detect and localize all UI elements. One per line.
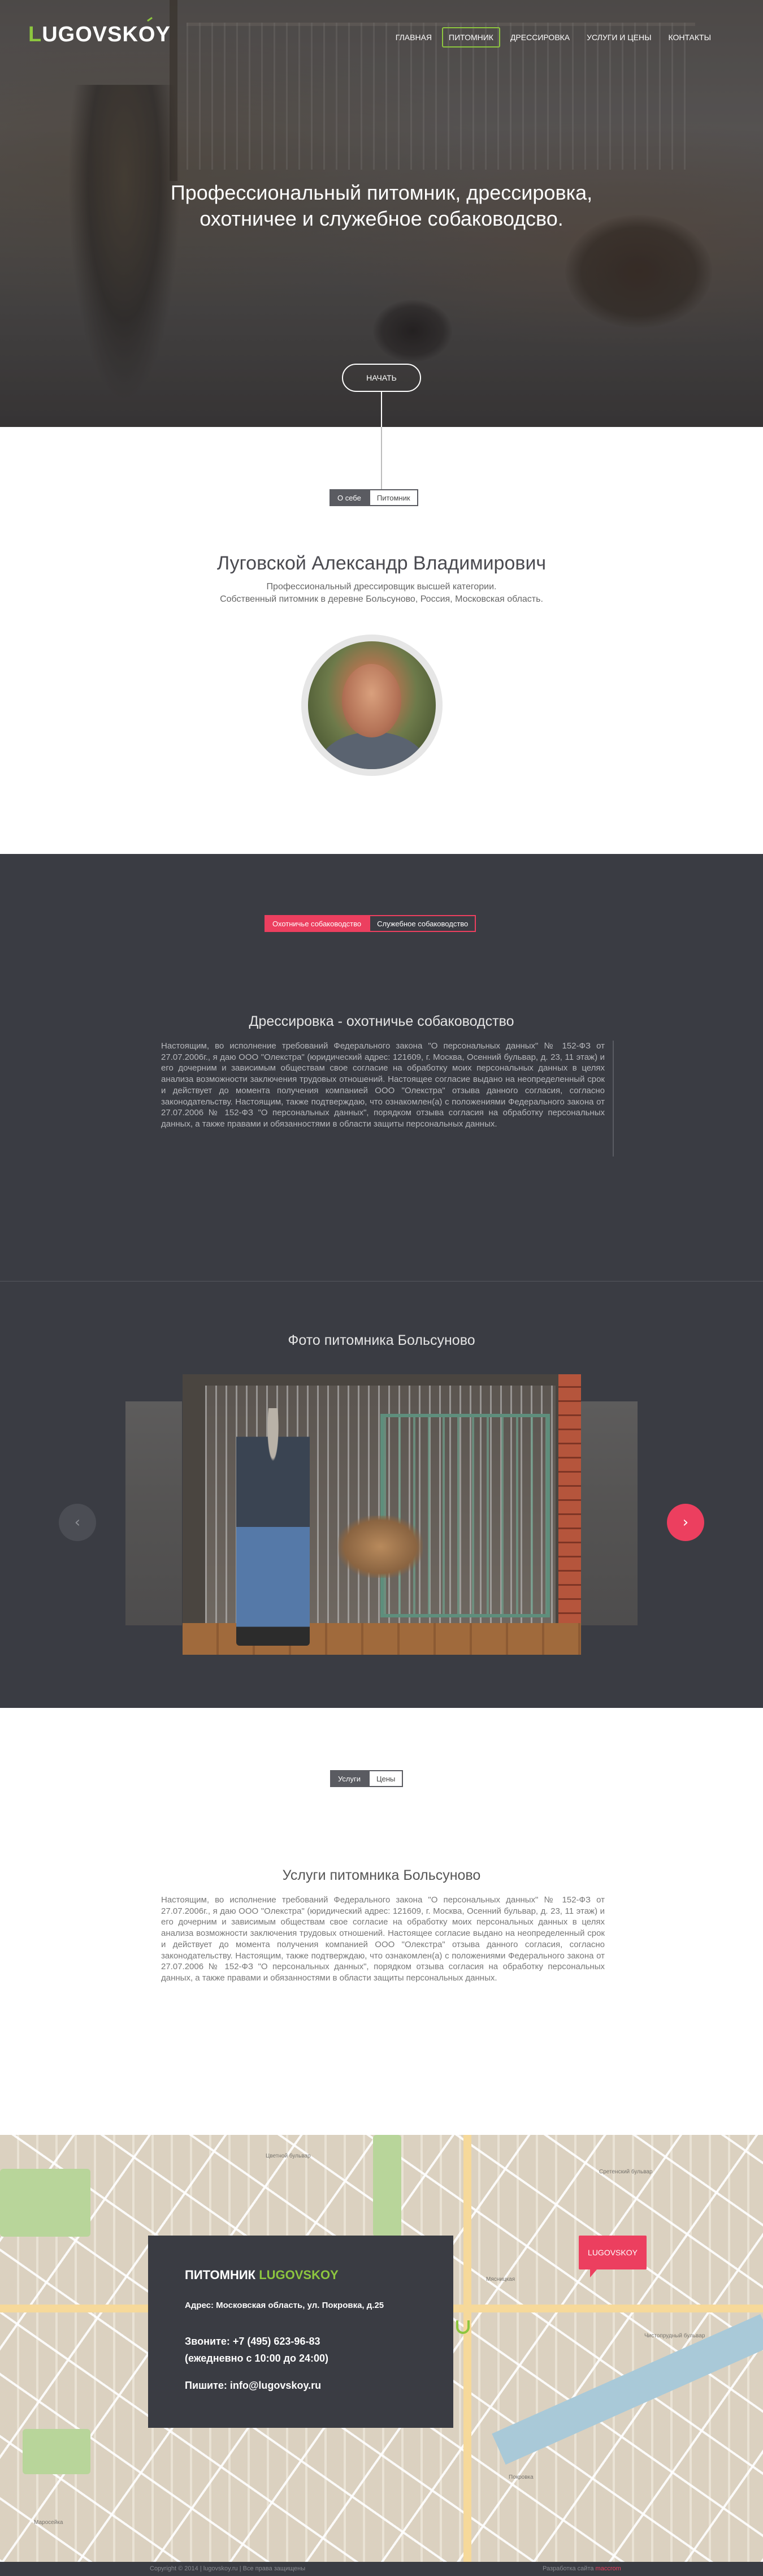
divider-line <box>381 427 382 489</box>
services-text: Настоящим, во исполнение требований Феде… <box>161 1895 605 1983</box>
services-section: Услуги Цены Услуги питомника Больсуново … <box>0 1708 763 2135</box>
tab-services[interactable]: Услуги <box>330 1770 369 1787</box>
copyright-text: Copyright © 2014 | lugovskoy.ru | Все пр… <box>150 2565 306 2572</box>
contact-title: ПИТОМНИК LUGOVSKOY <box>185 2268 339 2282</box>
about-tabs: О себе Питомник <box>330 489 418 506</box>
chevron-right-icon[interactable]: › <box>667 1504 704 1541</box>
logo-u-icon <box>456 2320 470 2334</box>
gallery-next-photo[interactable] <box>581 1401 638 1625</box>
map-section[interactable]: Цветной бульвар Сретенский бульвар Мясни… <box>0 2135 763 2562</box>
gallery-section: Фото питомника Больсуново ‹ › <box>0 1281 763 1708</box>
start-button[interactable]: Начать <box>342 364 421 392</box>
nav-item-kennel[interactable]: Питомник <box>442 27 500 48</box>
nav-item-contacts[interactable]: Контакты <box>661 27 718 48</box>
map-marker[interactable]: LUGOVSKOY <box>579 2236 647 2277</box>
contact-address: Адрес: Московская область, ул. Покровка,… <box>185 2301 384 2310</box>
divider-line <box>381 392 382 427</box>
contact-email[interactable]: Пишите: info@lugovskoy.ru <box>185 2380 321 2392</box>
contact-card: ПИТОМНИК LUGOVSKOY Адрес: Московская обл… <box>148 2236 470 2428</box>
gallery-prev-photo[interactable] <box>125 1401 182 1625</box>
nav-item-home[interactable]: Главная <box>389 27 439 48</box>
services-title: Услуги питомника Больсуново <box>282 1867 481 1883</box>
developer-credit[interactable]: Разработка сайта maccrom <box>543 2565 621 2572</box>
gallery-title: Фото питомника Больсуново <box>288 1332 475 1348</box>
training-text: Настоящим, во исполнение требований Феде… <box>161 1041 605 1129</box>
map-river <box>492 2314 763 2465</box>
services-tabs: Услуги Цены <box>330 1770 404 1787</box>
avatar <box>308 641 436 769</box>
site-logo[interactable]: LUGOVSKOY <box>28 17 171 47</box>
main-nav: Главная Питомник Дрессировка Услуги и це… <box>389 27 718 48</box>
hero-title: Профессиональный питомник, дрессировка, … <box>170 181 593 230</box>
chevron-left-icon[interactable]: ‹ <box>59 1504 96 1541</box>
owner-name: Луговской Александр Владимирович <box>216 553 547 574</box>
about-section: О себе Питомник Луговской Александр Влад… <box>0 427 763 854</box>
tab-service-dogs[interactable]: Служебное собаководство <box>369 915 476 932</box>
tab-hunting-dogs[interactable]: Охотничье собаководство <box>265 915 370 932</box>
training-section: Охотничье собаководство Служебное собако… <box>0 854 763 1281</box>
owner-description: Профессиональный дрессировщик высшей кат… <box>220 582 543 604</box>
training-tabs: Охотничье собаководство Служебное собако… <box>265 915 476 932</box>
gallery-main-photo <box>183 1374 581 1655</box>
training-title: Дрессировка - охотничье собаководство <box>249 1013 514 1029</box>
tab-about-me[interactable]: О себе <box>330 489 369 506</box>
nav-item-services[interactable]: Услуги и цены <box>580 27 658 48</box>
nav-item-training[interactable]: Дрессировка <box>504 27 576 48</box>
hero-section: LUGOVSKOY Главная Питомник Дрессировка У… <box>0 0 763 427</box>
tab-kennel[interactable]: Питомник <box>369 489 418 506</box>
footer: Copyright © 2014 | lugovskoy.ru | Все пр… <box>0 2562 763 2576</box>
contact-phone[interactable]: Звоните: +7 (495) 623-96-83 (ежедневно с… <box>185 2333 328 2367</box>
text-scrollbar[interactable] <box>613 1041 614 1157</box>
tab-prices[interactable]: Цены <box>368 1770 404 1787</box>
